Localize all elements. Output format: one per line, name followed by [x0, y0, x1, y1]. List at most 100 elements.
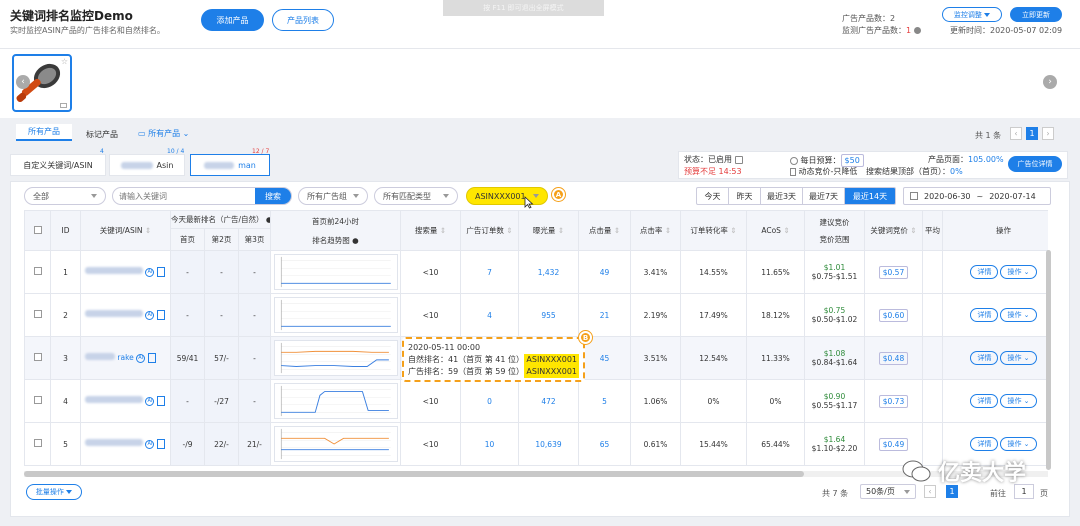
range-7-days[interactable]: 最近7天 [803, 188, 845, 204]
keyword-tab-man[interactable]: man [190, 154, 270, 176]
tab-all-products[interactable]: 所有产品 [16, 124, 72, 141]
page-1-button[interactable]: 1 [1026, 127, 1038, 140]
ai-icon[interactable]: AI [145, 396, 155, 406]
product-list-button[interactable]: 产品列表 [272, 9, 334, 31]
rank-trend-chart[interactable] [273, 254, 398, 290]
kw-bid[interactable]: $0.60 [878, 308, 909, 322]
detail-button[interactable]: 详情 [970, 351, 999, 365]
kw-bid-header[interactable]: 关键词竞价 ⇕ [864, 210, 923, 251]
kw-bid[interactable]: $0.57 [878, 265, 909, 279]
document-icon[interactable] [157, 439, 166, 449]
document-icon[interactable] [148, 353, 157, 363]
match-type-select[interactable]: 所有匹配类型 [374, 187, 458, 205]
all-products-dropdown[interactable]: ▭ 所有产品 ⌄ [138, 128, 189, 139]
range-today[interactable]: 今天 [697, 188, 729, 204]
ctr-header[interactable]: 点击率 ⇕ [630, 210, 681, 251]
clicks[interactable]: 65 [578, 422, 631, 466]
impressions[interactable]: 1,432 [518, 250, 579, 294]
tab-marked-products[interactable]: 标记产品 [86, 129, 118, 140]
carousel-next-icon[interactable]: › [1043, 75, 1057, 89]
impressions[interactable]: 10,639 [518, 422, 579, 466]
refresh-now-button[interactable]: 立即更新 [1010, 7, 1062, 22]
acos-header[interactable]: ACoS ⇕ [746, 210, 805, 251]
blurred-text [85, 396, 143, 403]
settings-icon[interactable] [734, 155, 743, 164]
clicks-header[interactable]: 点击量 ⇕ [578, 210, 631, 251]
document-icon[interactable] [157, 310, 166, 320]
ad-placement-detail-button[interactable]: 广告位详情 [1008, 156, 1062, 172]
row-checkbox[interactable] [33, 396, 42, 404]
ai-icon[interactable]: AI [145, 439, 155, 449]
rank-trend-chart[interactable] [273, 340, 398, 376]
ad-orders[interactable]: 10 [460, 422, 519, 466]
ad-orders[interactable]: 7 [460, 250, 519, 294]
add-product-button[interactable]: 添加产品 [201, 9, 264, 31]
row-checkbox[interactable] [33, 353, 42, 361]
cvr-header[interactable]: 订单转化率 ⇕ [680, 210, 747, 251]
clicks[interactable]: 49 [578, 250, 631, 294]
select-all-checkbox[interactable] [33, 225, 42, 234]
operate-button[interactable]: 操作 ⌄ [1000, 351, 1037, 365]
ai-icon[interactable]: AI [136, 353, 146, 363]
impressions-header[interactable]: 曝光量 ⇕ [518, 210, 579, 251]
document-icon[interactable] [157, 396, 166, 406]
kw-bid[interactable]: $0.73 [878, 394, 909, 408]
range-14-days[interactable]: 最近14天 [845, 188, 895, 204]
scrollbar-thumb[interactable] [24, 471, 804, 477]
ad-orders[interactable]: 4 [460, 293, 519, 337]
impressions[interactable]: 472 [518, 379, 579, 423]
row-checkbox[interactable] [33, 267, 42, 275]
keyword-text[interactable]: rake [117, 353, 133, 362]
batch-operation-button[interactable]: 批量操作 [26, 484, 82, 500]
asin-select[interactable]: ASINXXX001 [466, 187, 548, 205]
operate-button[interactable]: 操作 ⌄ [1000, 265, 1037, 279]
search-volume: <10 [400, 293, 461, 337]
search-top-value[interactable]: 0% [950, 167, 963, 176]
rank-trend-chart[interactable] [273, 383, 398, 419]
row-checkbox[interactable] [33, 439, 42, 447]
ad-orders[interactable]: 0 [460, 379, 519, 423]
detail-button[interactable]: 详情 [970, 394, 999, 408]
operate-button[interactable]: 操作 ⌄ [1000, 394, 1037, 408]
range-yesterday[interactable]: 昨天 [729, 188, 761, 204]
keyword-search-input[interactable] [119, 190, 249, 202]
clicks[interactable]: 5 [578, 379, 631, 423]
horizontal-scrollbar[interactable] [24, 471, 1048, 477]
chevron-down-icon: ⌄ [182, 129, 190, 138]
table-row: 1 AI - - - <10 7 1,432 49 3.41% 14.55% 11.65% $1.01… [24, 250, 1048, 294]
vertical-scrollbar[interactable] [1046, 250, 1051, 470]
row-checkbox[interactable] [33, 310, 42, 318]
range-3-days[interactable]: 最近3天 [761, 188, 803, 204]
keyword-tab-asin[interactable]: Asin [109, 154, 185, 176]
document-icon[interactable] [157, 267, 166, 277]
rank-trend-chart[interactable] [273, 297, 398, 333]
id-header[interactable]: ID [50, 210, 81, 251]
date-range-picker[interactable]: 2020-06-30 ~ 2020-07-14 [903, 187, 1051, 205]
detail-button[interactable]: 详情 [970, 437, 999, 451]
ad-orders-header[interactable]: 广告订单数 ⇕ [460, 210, 519, 251]
keyword-tab-custom[interactable]: 自定义关键词/ASIN [10, 154, 106, 176]
kw-bid[interactable]: $0.49 [878, 437, 909, 451]
star-icon[interactable]: ☆ [61, 57, 68, 66]
operate-button[interactable]: 操作 ⌄ [1000, 308, 1037, 322]
clicks[interactable]: 21 [578, 293, 631, 337]
kw-bid[interactable]: $0.48 [878, 351, 909, 365]
search-button[interactable]: 搜索 [255, 188, 291, 204]
impressions[interactable]: 955 [518, 293, 579, 337]
next-page-icon[interactable]: › [1042, 127, 1054, 140]
detail-button[interactable]: 详情 [970, 308, 999, 322]
ad-group-select[interactable]: 所有广告组 [298, 187, 368, 205]
monitor-adjust-button[interactable]: 监控调整 [942, 7, 1002, 22]
ai-icon[interactable]: AI [145, 267, 155, 277]
prev-page-icon[interactable]: ‹ [1010, 127, 1022, 140]
rank-trend-chart[interactable] [273, 426, 398, 462]
product-page-value[interactable]: 105.00% [968, 155, 1004, 164]
operate-button[interactable]: 操作 ⌄ [1000, 437, 1037, 451]
carousel-prev-icon[interactable]: ‹ [16, 75, 30, 89]
detail-button[interactable]: 详情 [970, 265, 999, 279]
search-volume-header[interactable]: 搜索量 ⇕ [400, 210, 461, 251]
keyword-header[interactable]: 关键词/ASIN ⇕ [80, 210, 171, 251]
help-icon[interactable] [913, 27, 921, 34]
ai-icon[interactable]: AI [145, 310, 155, 320]
filter-all-select[interactable]: 全部 [24, 187, 106, 205]
